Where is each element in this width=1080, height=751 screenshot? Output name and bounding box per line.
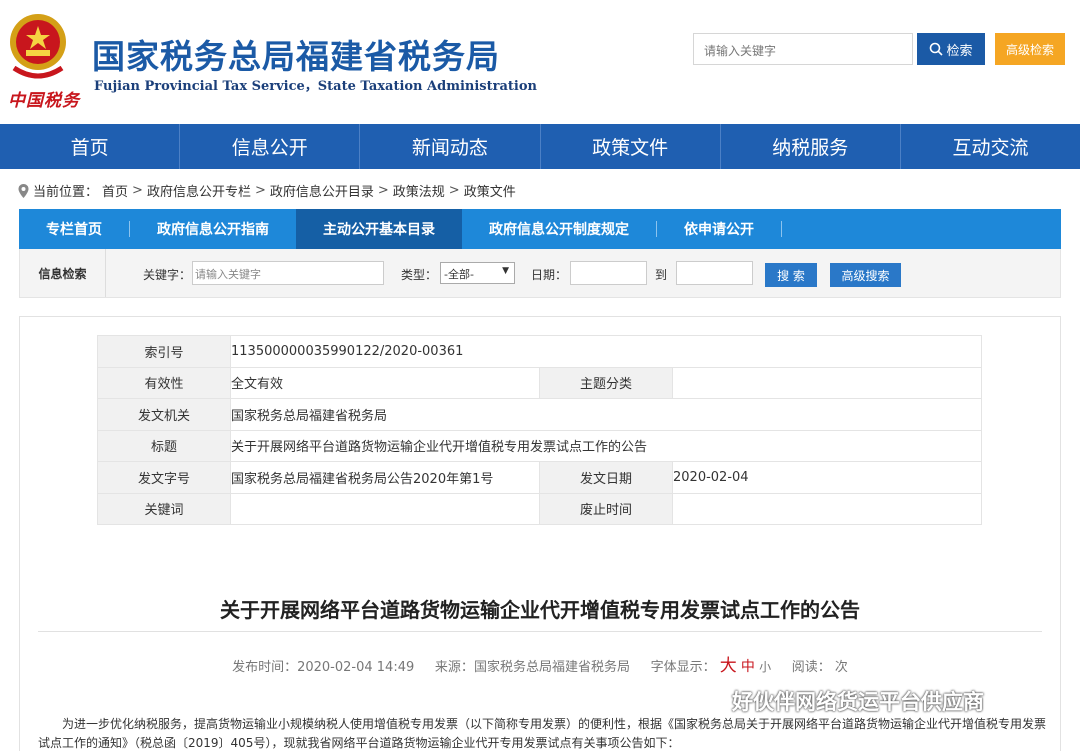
meta-key: 发文字号 <box>97 461 231 494</box>
nav-item-interaction[interactable]: 互动交流 <box>901 124 1080 169</box>
nav-item-news[interactable]: 新闻动态 <box>360 124 541 169</box>
publish-time: 2020-02-04 14:49 <box>297 660 415 675</box>
type-select[interactable]: -全部- ▼ <box>440 262 515 284</box>
watermark-text: 好伙伴网络货运平台供应商 <box>732 690 984 714</box>
tab-basic-catalog[interactable]: 主动公开基本目录 <box>296 209 462 249</box>
breadcrumb-separator: > <box>254 183 266 198</box>
type-select-value: -全部- <box>444 268 474 281</box>
date-to-label: 到 <box>655 268 668 282</box>
site-header: 中国税务 国家税务总局福建省税务局 Fujian Provincial Tax … <box>0 0 1080 124</box>
site-title: 国家税务总局福建省税务局 <box>92 37 500 76</box>
table-row: 标题 关于开展网络平台道路货物运输企业代开增值税专用发票试点工作的公告 <box>97 429 982 462</box>
font-size-large-button[interactable]: 大 <box>720 656 737 676</box>
table-row: 发文字号 国家税务总局福建省税务局公告2020年第1号 发文日期 2020-02… <box>97 461 982 494</box>
breadcrumb-separator: > <box>377 183 389 198</box>
font-size-small-button[interactable]: 小 <box>759 660 771 674</box>
info-search-bar: 信息检索 关键字： 请输入关键字 类型： -全部- ▼ 日期： 到 搜 索 高级… <box>19 249 1061 298</box>
meta-value <box>672 492 982 525</box>
keyword-input[interactable]: 请输入关键字 <box>192 261 384 285</box>
source-label: 来源： <box>434 660 474 675</box>
publish-label: 发布时间： <box>232 660 298 675</box>
meta-key: 发文日期 <box>539 461 673 494</box>
breadcrumb: 当前位置： 首页 > 政府信息公开专栏 > 政府信息公开目录 > 政策法规 > … <box>18 181 516 200</box>
meta-value: 全文有效 <box>230 366 540 399</box>
wechat-icon <box>700 690 726 711</box>
brand-script-logo: 中国税务 <box>8 91 80 111</box>
site-search-input[interactable]: 请输入关键字 <box>693 33 913 65</box>
info-search-label: 信息检索 <box>20 249 106 297</box>
meta-key: 废止时间 <box>539 492 673 525</box>
meta-value: 国家税务总局福建省税务局 <box>230 398 982 431</box>
watermark: 好伙伴网络货运平台供应商 <box>700 686 984 716</box>
table-row: 关键词 废止时间 <box>97 492 982 525</box>
meta-value: 国家税务总局福建省税务局公告2020年第1号 <box>230 461 540 494</box>
tab-disclosure-rules[interactable]: 政府信息公开制度规定 <box>462 209 656 249</box>
info-search-button[interactable]: 搜 索 <box>765 263 817 287</box>
meta-key: 发文机关 <box>97 398 231 431</box>
nav-item-info-disclosure[interactable]: 信息公开 <box>180 124 361 169</box>
article-body: 为进一步优化纳税服务，提高货物运输业小规模纳税人使用增值税专用发票（以下简称专用… <box>38 717 1047 750</box>
site-subtitle: Fujian Provincial Tax Service，State Taxa… <box>94 79 537 94</box>
tab-disclosure-guide[interactable]: 政府信息公开指南 <box>130 209 296 249</box>
meta-value <box>230 492 540 525</box>
source-value: 国家税务总局福建省税务局 <box>473 660 630 675</box>
meta-key: 主题分类 <box>539 366 673 399</box>
column-sub-nav: 专栏首页 政府信息公开指南 主动公开基本目录 政府信息公开制度规定 依申请公开 <box>19 209 1061 249</box>
dropdown-arrow-icon: ▼ <box>502 266 509 276</box>
tab-column-home[interactable]: 专栏首页 <box>19 209 129 249</box>
tab-divider <box>781 221 782 237</box>
meta-key: 关键词 <box>97 492 231 525</box>
breadcrumb-separator: > <box>448 183 460 198</box>
date-label: 日期： <box>531 268 568 282</box>
advanced-search-button[interactable]: 高级检索 <box>995 33 1065 65</box>
meta-key: 标题 <box>97 429 231 462</box>
table-row: 有效性 全文有效 主题分类 <box>97 366 982 399</box>
meta-value: 关于开展网络平台道路货物运输企业代开增值税专用发票试点工作的公告 <box>230 429 982 462</box>
main-nav: 首页 信息公开 新闻动态 政策文件 纳税服务 互动交流 <box>0 124 1080 169</box>
nav-item-tax-service[interactable]: 纳税服务 <box>721 124 901 169</box>
keyword-label: 关键字： <box>143 268 192 282</box>
meta-key: 索引号 <box>97 335 231 368</box>
article-title: 关于开展网络平台道路货物运输企业代开增值税专用发票试点工作的公告 <box>220 598 860 622</box>
breadcrumb-item-policy-docs[interactable]: 政策文件 <box>464 181 516 200</box>
meta-value: 113500000035990122/2020-00361 <box>230 335 982 368</box>
reads-unit: 次 <box>834 660 848 675</box>
breadcrumb-item-gov-info[interactable]: 政府信息公开专栏 <box>147 181 251 200</box>
table-row: 索引号 113500000035990122/2020-00361 <box>97 335 982 368</box>
breadcrumb-item-home[interactable]: 首页 <box>102 181 128 200</box>
meta-value <box>672 366 982 399</box>
meta-value: 2020-02-04 <box>672 461 982 494</box>
search-button[interactable]: 检索 <box>917 33 985 65</box>
location-pin-icon <box>18 183 29 198</box>
national-emblem-icon <box>10 14 66 79</box>
meta-key: 有效性 <box>97 366 231 399</box>
search-icon <box>930 42 944 56</box>
breadcrumb-separator: > <box>132 183 143 198</box>
nav-item-home[interactable]: 首页 <box>0 124 181 169</box>
document-meta-table: 索引号 113500000035990122/2020-00361 有效性 全文… <box>97 335 982 525</box>
info-advanced-search-button[interactable]: 高级搜索 <box>830 263 901 287</box>
title-divider <box>38 631 1042 632</box>
breadcrumb-item-regulations[interactable]: 政策法规 <box>393 181 445 200</box>
tab-apply-disclosure[interactable]: 依申请公开 <box>657 209 781 249</box>
type-label: 类型： <box>401 268 438 282</box>
breadcrumb-item-catalog[interactable]: 政府信息公开目录 <box>270 181 374 200</box>
article-meta: 发布时间：2020-02-04 14:49 来源：国家税务总局福建省税务局 字体… <box>0 651 1080 676</box>
end-date-input[interactable] <box>676 261 753 285</box>
search-button-label: 检索 <box>946 43 973 59</box>
start-date-input[interactable] <box>570 261 647 285</box>
reads-label: 阅读： <box>791 660 831 675</box>
font-size-medium-button[interactable]: 中 <box>741 659 755 675</box>
nav-item-policy[interactable]: 政策文件 <box>541 124 721 169</box>
breadcrumb-prefix: 当前位置： <box>33 185 99 200</box>
font-size-label: 字体显示： <box>650 660 716 675</box>
table-row: 发文机关 国家税务总局福建省税务局 <box>97 398 982 431</box>
